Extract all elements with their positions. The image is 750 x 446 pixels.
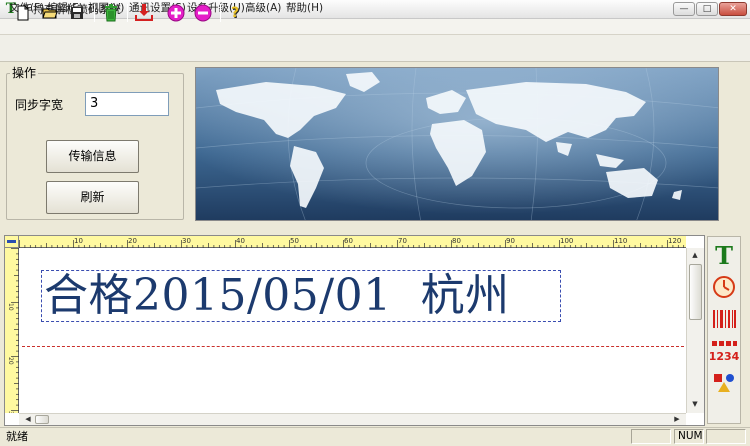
toolbar-separator xyxy=(94,4,95,22)
ruler-tick-label: 40 xyxy=(236,237,245,245)
insert-time-clock-icon[interactable] xyxy=(709,272,739,302)
ruler-tick-label: 30 xyxy=(182,237,191,245)
ruler-tick-label: 10 xyxy=(74,237,83,245)
transmit-info-button[interactable]: 传输信息 xyxy=(46,140,139,173)
zoom-in-icon[interactable] xyxy=(166,3,186,23)
num-lock-indicator: NUM xyxy=(674,429,704,444)
vertical-ruler: 10 20 30 xyxy=(5,248,19,419)
sync-width-label: 同步字宽 xyxy=(15,98,64,112)
insert-counter-icon[interactable]: 1234 xyxy=(709,336,739,366)
ruler-tick-label: 90 xyxy=(506,237,515,245)
ruler-tick-label: 120 xyxy=(668,237,681,245)
horizontal-ruler: 10 20 30 40 50 60 70 80 90 100 110 120 xyxy=(19,236,686,248)
ruler-tick-label: 110 xyxy=(614,237,627,245)
ruler-unit-icon xyxy=(7,240,16,243)
status-text: 就绪 xyxy=(6,430,28,443)
ruler-tick-label: 30 xyxy=(7,411,14,413)
menu-help[interactable]: 帮助(H) xyxy=(286,1,323,15)
ruler-tick-label: 20 xyxy=(7,357,14,365)
help-icon[interactable]: ?? xyxy=(226,3,246,23)
scroll-right-arrow-icon[interactable]: ▶ xyxy=(670,414,684,425)
ruler-tick-label: 100 xyxy=(560,237,573,245)
world-map-banner xyxy=(195,67,719,221)
open-folder-icon[interactable] xyxy=(40,3,60,23)
menu-advanced[interactable]: 高级(A) xyxy=(245,1,281,15)
svg-text:?: ? xyxy=(231,5,239,21)
scroll-left-arrow-icon[interactable]: ◀ xyxy=(21,414,35,425)
new-file-icon[interactable] xyxy=(13,3,33,23)
minimize-button[interactable]: — xyxy=(673,2,695,16)
insert-text-icon[interactable]: T xyxy=(709,240,739,270)
ruler-tick-label: 10 xyxy=(7,303,14,311)
horizontal-scrollbar[interactable]: ◀ ▶ xyxy=(19,413,686,425)
insert-barcode-icon[interactable] xyxy=(709,304,739,334)
svg-text:1234: 1234 xyxy=(709,350,739,363)
ruler-tick-label: 80 xyxy=(452,237,461,245)
print-area-guide-line xyxy=(22,346,684,347)
scroll-up-arrow-icon[interactable]: ▲ xyxy=(688,250,702,261)
delete-trash-icon[interactable] xyxy=(101,3,121,23)
scroll-down-arrow-icon[interactable]: ▼ xyxy=(688,399,702,410)
sync-width-input[interactable]: 3 xyxy=(85,92,169,116)
horizontal-scroll-thumb[interactable] xyxy=(35,415,49,424)
svg-text:T: T xyxy=(715,242,733,268)
toolbar-separator xyxy=(127,4,128,22)
zoom-out-icon[interactable] xyxy=(193,3,213,23)
ruler-tick-label: 50 xyxy=(290,237,299,245)
operation-group-title: 操作 xyxy=(10,66,39,80)
ruler-tick-label: 60 xyxy=(344,237,353,245)
maximize-button[interactable]: □ xyxy=(696,2,718,16)
status-pane-blank xyxy=(706,429,746,444)
download-icon[interactable] xyxy=(134,3,154,23)
ruler-tick-label: 70 xyxy=(398,237,407,245)
ruler-tick-label: 20 xyxy=(128,237,137,245)
save-icon[interactable] xyxy=(67,3,87,23)
vertical-scroll-thumb[interactable] xyxy=(689,264,702,320)
status-pane-blank xyxy=(631,429,671,444)
insert-shape-icon[interactable] xyxy=(709,368,739,398)
toolbar-separator xyxy=(220,4,221,22)
close-button[interactable]: ✕ xyxy=(719,2,747,16)
print-text-object[interactable]: 合格2015/05/01 杭州 xyxy=(44,270,510,322)
refresh-button[interactable]: 刷新 xyxy=(46,181,139,214)
toolbar xyxy=(0,35,750,62)
vertical-scrollbar[interactable]: ▲ ▼ xyxy=(686,248,704,413)
